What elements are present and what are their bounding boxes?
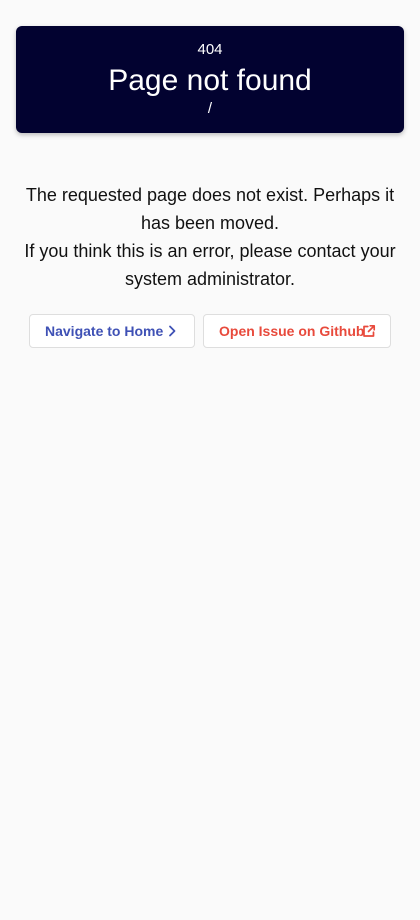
error-message-line-1: The requested page does not exist. Perha… (25, 185, 395, 233)
open-github-issue-label: Open Issue on Github (219, 323, 365, 339)
navigate-home-label: Navigate to Home (45, 323, 164, 339)
error-message: The requested page does not exist. Perha… (20, 181, 400, 293)
error-message-line-2: If you think this is an error, please co… (24, 241, 396, 289)
page-title: Page not found (108, 64, 312, 97)
open-github-issue-button[interactable]: Open Issue on Github (203, 314, 391, 348)
status-code: 404 (197, 41, 223, 58)
chevron-right-icon (164, 323, 180, 339)
external-link-icon (361, 323, 377, 339)
error-header-card: 404 Page not found / (16, 26, 404, 133)
error-actions: Navigate to Home Open Issue on Github (29, 314, 391, 350)
requested-path: / (207, 100, 213, 117)
navigate-home-button[interactable]: Navigate to Home (29, 314, 195, 348)
